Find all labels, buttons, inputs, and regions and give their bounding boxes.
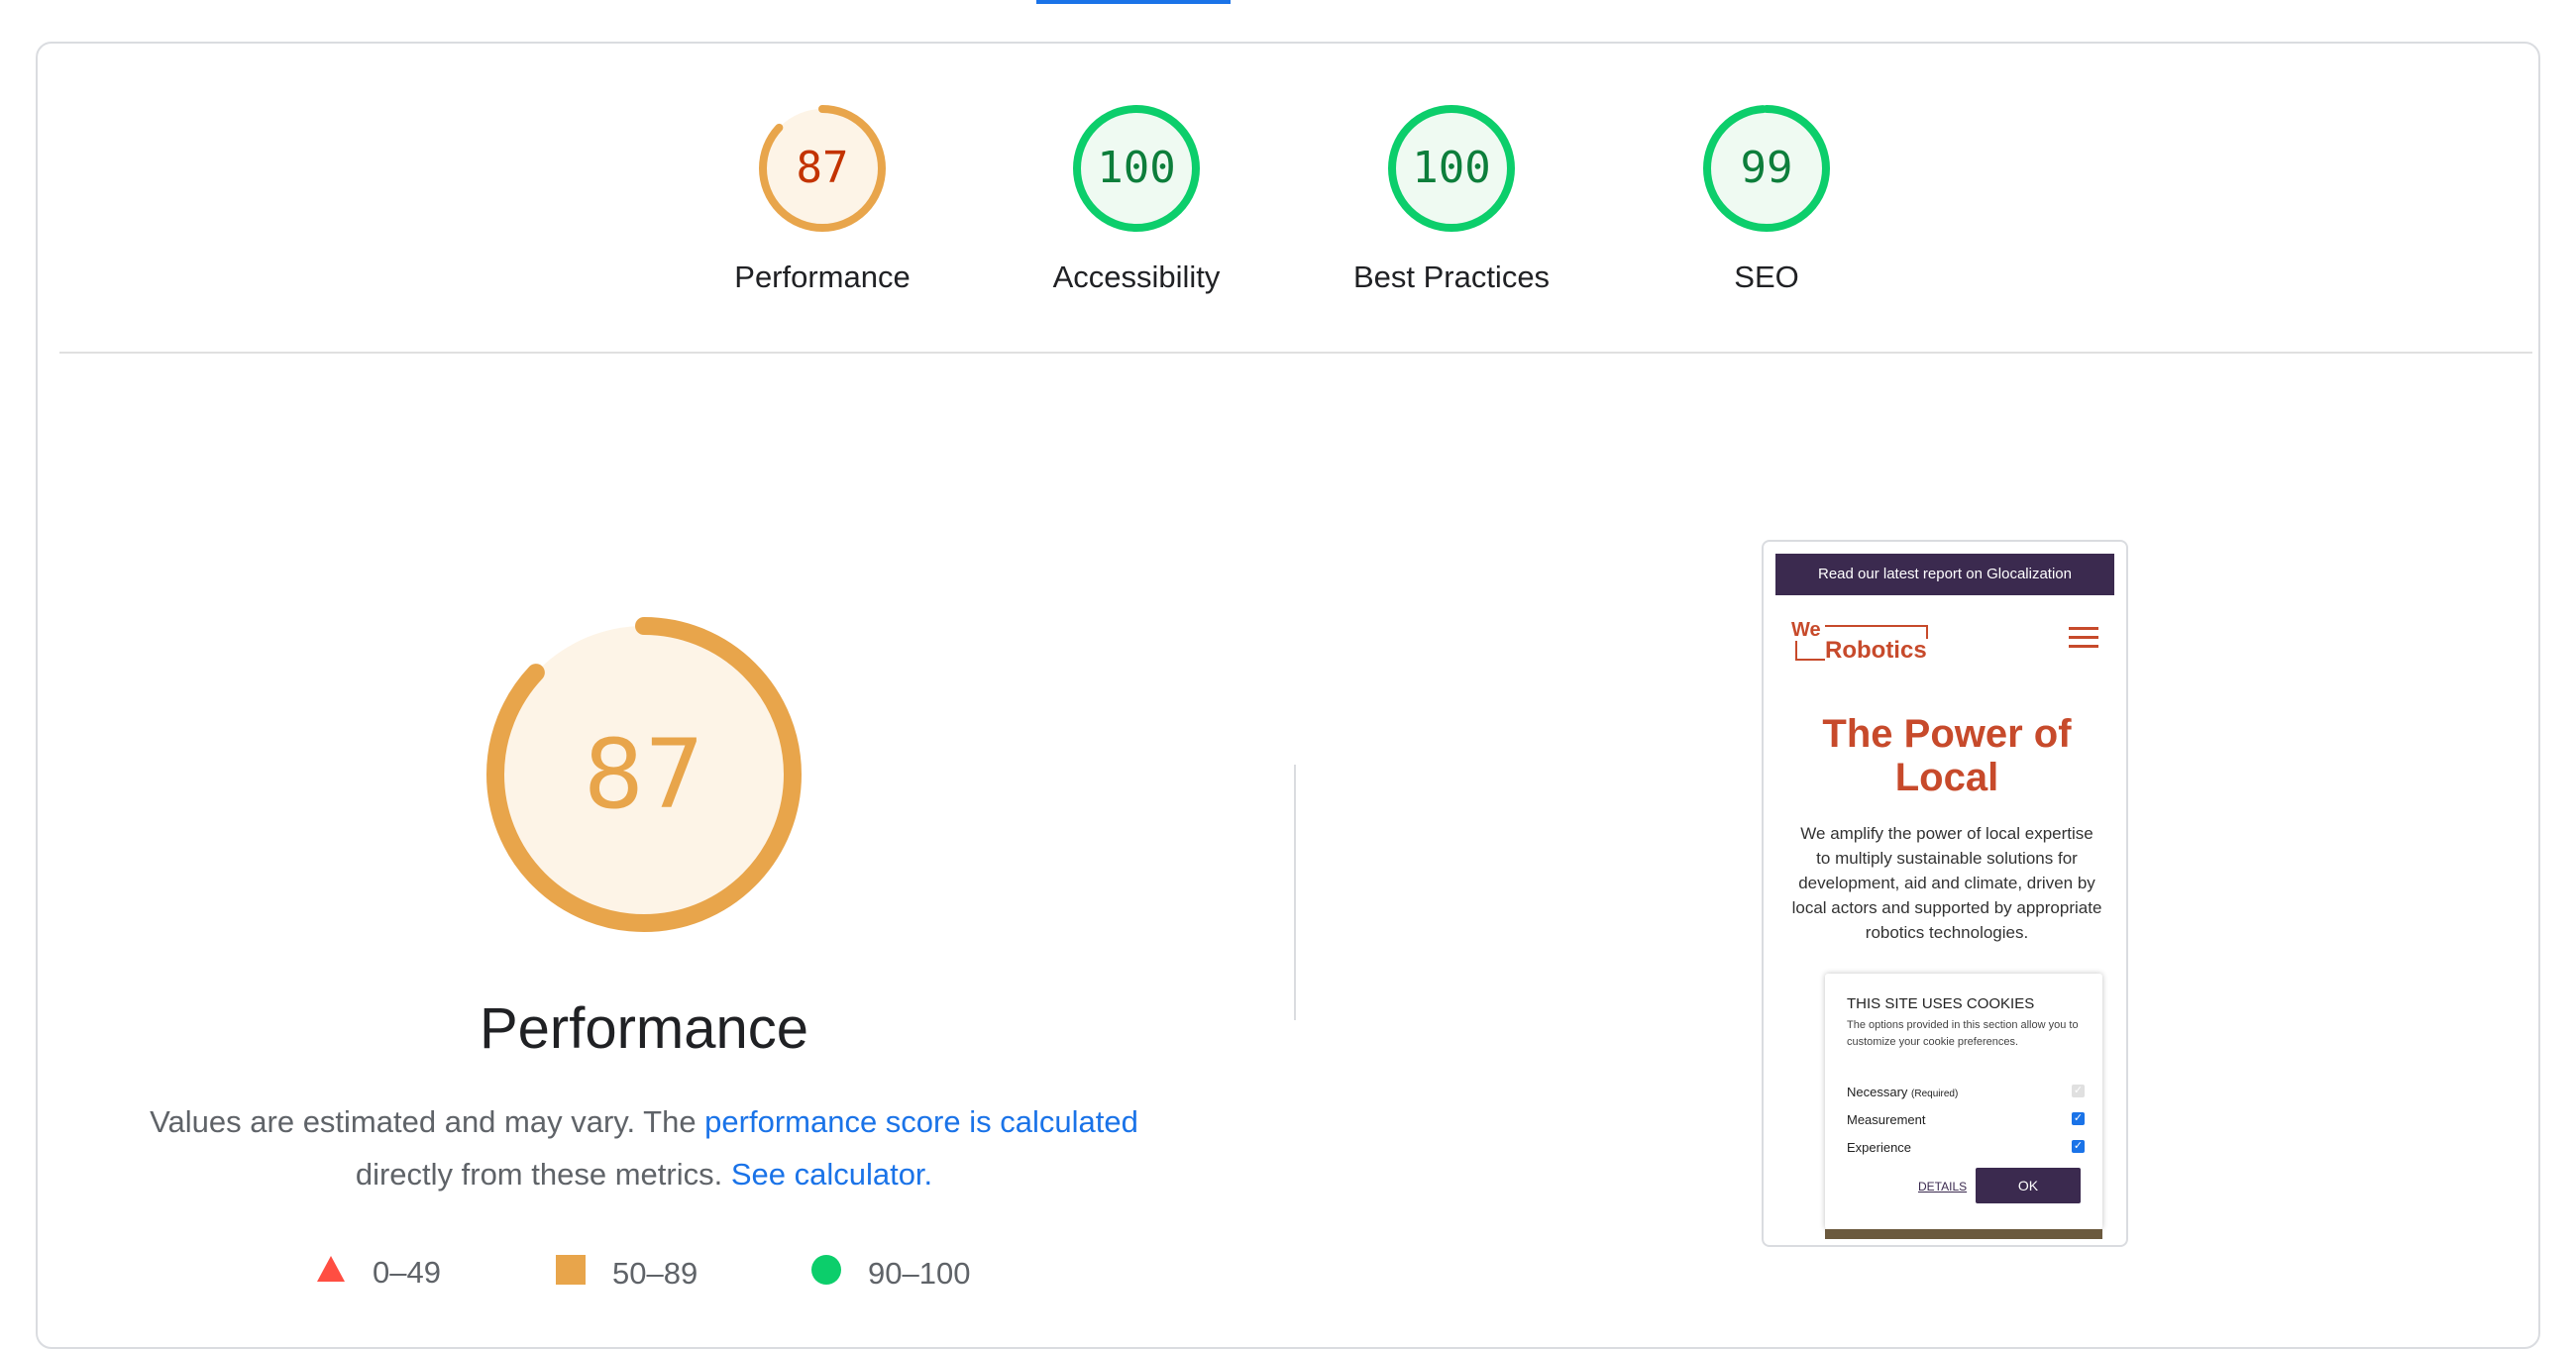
gauge-ring: 100 (1071, 103, 1202, 234)
gauge-ring: 87 (757, 103, 888, 234)
menu-icon (2069, 627, 2098, 651)
see-calculator-link[interactable]: See calculator. (731, 1157, 932, 1192)
gauge-label: Performance (734, 259, 911, 294)
cookie-ok-button: OK (1976, 1168, 2081, 1203)
cookie-row-measurement: Measurement ✓ (1847, 1112, 2085, 1127)
gauge-score: 87 (796, 143, 849, 193)
vertical-separator (1294, 765, 1296, 1020)
cookie-dialog: THIS SITE USES COOKIES The options provi… (1825, 974, 2102, 1229)
square-icon (555, 1254, 587, 1294)
gauge-label: Best Practices (1352, 259, 1551, 294)
triangle-icon (315, 1254, 347, 1292)
desc-middle: directly from these metrics. (355, 1157, 731, 1192)
gauge-seo[interactable]: 99 SEO (1618, 103, 1915, 295)
active-tab-indicator (1036, 0, 1231, 4)
performance-big-gauge: 87 (480, 610, 808, 939)
cookie-measurement-label: Measurement (1847, 1112, 1926, 1127)
cookie-necessary-label: Necessary (1847, 1085, 1908, 1099)
gauge-accessibility[interactable]: 100 Accessibility (988, 103, 1285, 295)
hero-title: The Power of Local (1822, 712, 2072, 799)
performance-description: Values are estimated and may vary. The p… (109, 1095, 1179, 1200)
checkbox-icon: ✓ (2072, 1085, 2085, 1097)
cookie-row-necessary: Necessary (Required) ✓ (1847, 1085, 2085, 1099)
gauge-label: Accessibility (1052, 259, 1221, 294)
site-banner: Read our latest report on Glocalization (1775, 554, 2114, 595)
gauge-score: 99 (1740, 143, 1793, 193)
cookie-title: THIS SITE USES COOKIES (1847, 995, 2035, 1012)
site-logo: We Robotics (1791, 619, 1930, 665)
circle-icon (810, 1254, 842, 1294)
logo-robotics: Robotics (1825, 637, 1927, 664)
cookie-description: The options provided in this section all… (1847, 1019, 2079, 1048)
cookie-experience-label: Experience (1847, 1140, 1912, 1155)
hero-text: We amplify the power of local expertise … (1791, 824, 2102, 942)
cookie-required-label: (Required) (1911, 1089, 1959, 1099)
legend-average: 50–89 (555, 1254, 698, 1294)
hero-image-strip (1825, 1229, 2102, 1239)
performance-score: 87 (583, 719, 705, 830)
legend-range: 0–49 (373, 1255, 441, 1290)
performance-title: Performance (479, 996, 809, 1061)
gauge-score: 100 (1097, 143, 1176, 193)
gauge-best-practices[interactable]: 100 Best Practices (1303, 103, 1600, 295)
checkbox-icon: ✓ (2072, 1140, 2085, 1153)
gauge-ring: 100 (1386, 103, 1517, 234)
section-divider (59, 352, 2532, 354)
final-screenshot[interactable]: Read our latest report on Glocalization … (1762, 540, 2128, 1247)
desc-prefix: Values are estimated and may vary. The (150, 1104, 705, 1139)
legend-fail: 0–49 (315, 1254, 441, 1292)
cookie-details-link: DETAILS (1918, 1180, 1968, 1193)
checkbox-icon: ✓ (2072, 1112, 2085, 1125)
legend-pass: 90–100 (810, 1254, 970, 1294)
gauge-performance[interactable]: 87 Performance (674, 103, 971, 295)
logo-we: We (1791, 619, 1821, 641)
gauge-label: SEO (1734, 259, 1799, 294)
cookie-row-experience: Experience ✓ (1847, 1140, 2085, 1155)
legend-range: 50–89 (612, 1256, 698, 1291)
legend-range: 90–100 (868, 1256, 971, 1291)
gauge-score: 100 (1412, 143, 1491, 193)
gauge-ring: 99 (1701, 103, 1832, 234)
score-calculation-link[interactable]: performance score is calculated (704, 1104, 1138, 1139)
